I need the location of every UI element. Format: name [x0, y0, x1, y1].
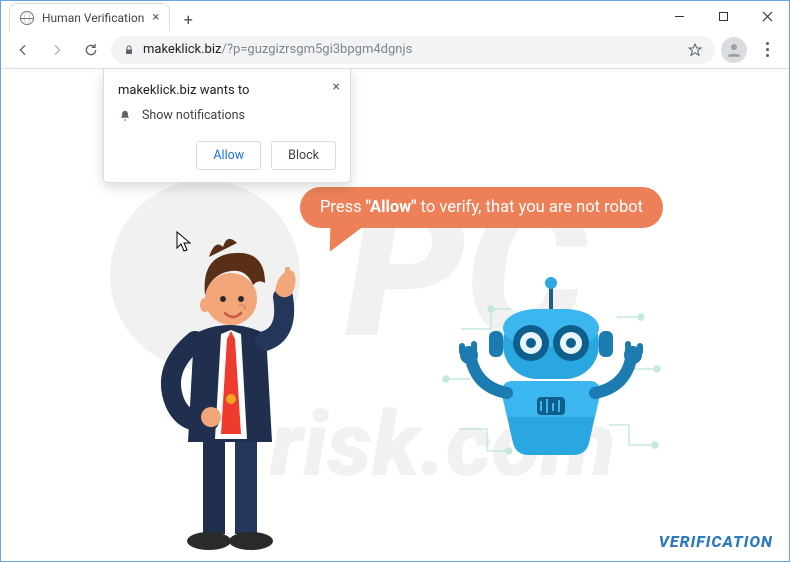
- address-bar[interactable]: makeklick.biz/?p=guzgizrsgm5gi3bpgm4dgnj…: [111, 36, 715, 64]
- toolbar: makeklick.biz/?p=guzgizrsgm5gi3bpgm4dgnj…: [1, 31, 789, 69]
- window-controls: [657, 1, 789, 31]
- back-button[interactable]: [9, 36, 37, 64]
- globe-icon: [20, 11, 34, 25]
- close-icon[interactable]: ×: [333, 79, 340, 95]
- robot-illustration: [441, 269, 661, 489]
- url-text: makeklick.biz/?p=guzgizrsgm5gi3bpgm4dgnj…: [143, 42, 679, 57]
- bell-icon: [118, 109, 132, 123]
- titlebar: Human Verification × +: [1, 1, 789, 31]
- permission-row: Show notifications: [118, 108, 336, 123]
- browser-tab[interactable]: Human Verification ×: [9, 3, 170, 31]
- reload-button[interactable]: [77, 36, 105, 64]
- prompt-heading: makeklick.biz wants to: [118, 83, 336, 98]
- page-content: PC risk.com × makeklick.biz wants to Sho…: [1, 69, 789, 561]
- profile-avatar[interactable]: [721, 37, 747, 63]
- verification-label: VERIFICATION: [659, 532, 773, 551]
- maximize-button[interactable]: [701, 1, 745, 31]
- browser-window: Human Verification × + makeklick.biz/?p=…: [0, 0, 790, 562]
- bubble-suffix: to verify, that you are not robot: [417, 198, 644, 217]
- bubble-emphasis: "Allow": [366, 198, 417, 217]
- close-window-button[interactable]: [745, 1, 789, 31]
- forward-button[interactable]: [43, 36, 71, 64]
- menu-button[interactable]: [753, 36, 781, 64]
- prompt-buttons: Allow Block: [118, 141, 336, 170]
- allow-button[interactable]: Allow: [196, 141, 261, 170]
- tab-close-icon[interactable]: ×: [152, 10, 159, 25]
- businessman-illustration: [139, 229, 319, 559]
- minimize-button[interactable]: [657, 1, 701, 31]
- tab-title: Human Verification: [42, 11, 144, 25]
- new-tab-button[interactable]: +: [176, 7, 200, 31]
- lock-icon: [123, 44, 135, 56]
- speech-bubble: Press "Allow" to verify, that you are no…: [300, 187, 663, 228]
- bubble-prefix: Press: [320, 198, 366, 217]
- kebab-icon: [766, 42, 769, 57]
- block-button[interactable]: Block: [271, 141, 336, 170]
- permission-label: Show notifications: [142, 108, 245, 123]
- bookmark-star-icon[interactable]: [687, 42, 703, 58]
- notification-permission-prompt: × makeklick.biz wants to Show notificati…: [103, 69, 351, 183]
